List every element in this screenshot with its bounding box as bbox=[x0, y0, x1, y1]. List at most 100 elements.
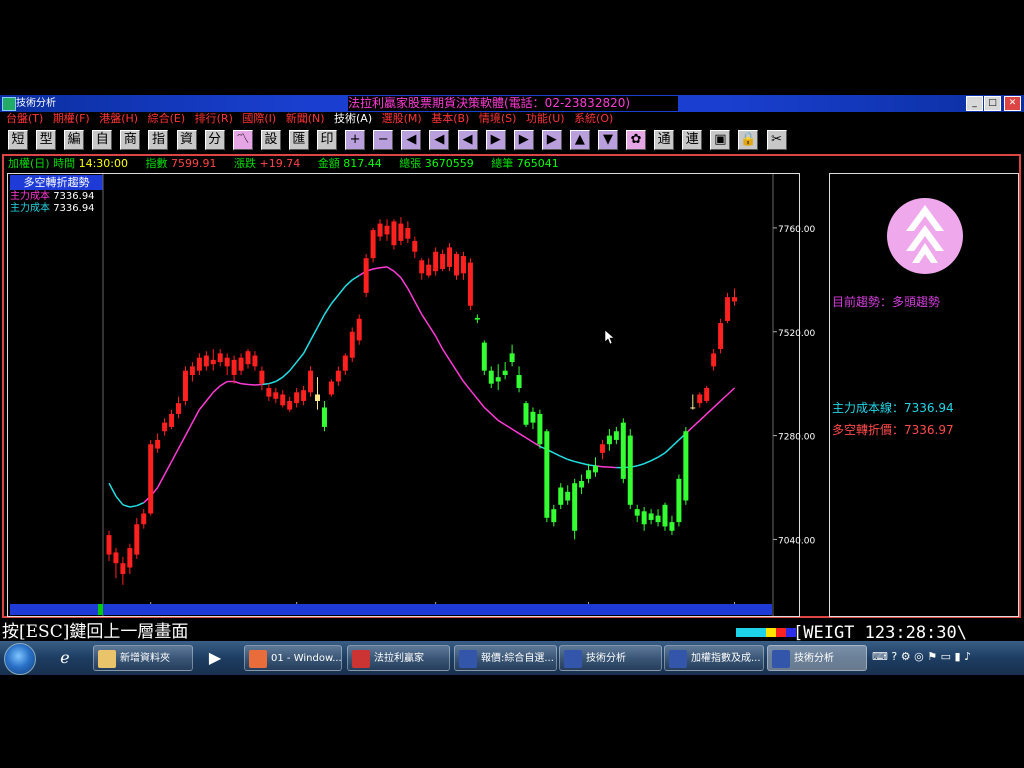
candle-body bbox=[106, 535, 112, 555]
cost-line-segment bbox=[643, 459, 652, 465]
candle bbox=[120, 556, 126, 585]
settings-icon[interactable]: ⚙ bbox=[901, 650, 911, 663]
cost-line-segment bbox=[184, 422, 194, 436]
candle-body bbox=[502, 370, 508, 376]
candle bbox=[398, 217, 404, 246]
media-player-icon[interactable]: ▶ bbox=[202, 645, 228, 671]
cost-line-segment bbox=[692, 419, 701, 428]
cost-line-segment bbox=[490, 413, 499, 421]
cost-line-segment bbox=[476, 398, 485, 408]
candle bbox=[718, 318, 724, 354]
candle bbox=[210, 349, 216, 371]
candle-body bbox=[370, 230, 376, 259]
esc-hint: 按[ESC]鍵回上一層畫面 bbox=[2, 622, 189, 642]
candle bbox=[287, 396, 293, 412]
cost-line-segment bbox=[351, 274, 360, 281]
candle-body bbox=[495, 377, 501, 382]
candle bbox=[627, 429, 633, 510]
scroll-bar[interactable] bbox=[10, 604, 772, 615]
cost-line-segment bbox=[198, 400, 207, 411]
candle-body bbox=[162, 422, 168, 432]
taskbar-item[interactable]: 新增資料夾 bbox=[93, 645, 193, 671]
candle-body bbox=[301, 390, 307, 401]
candle-body bbox=[704, 388, 710, 401]
candle bbox=[620, 418, 626, 484]
keyboard-icon[interactable]: ⌨ bbox=[872, 650, 888, 663]
candle bbox=[495, 364, 501, 391]
taskbar-item-active[interactable]: 技術分析 bbox=[767, 645, 867, 671]
help-icon[interactable]: ? bbox=[891, 650, 897, 663]
candle bbox=[426, 258, 432, 278]
candle-body bbox=[488, 370, 494, 384]
network-icon[interactable]: ▮ bbox=[955, 650, 961, 663]
taskbar-item[interactable]: 報價:綜合自選... bbox=[454, 645, 557, 671]
candle-body bbox=[676, 478, 682, 523]
cost-line-segment bbox=[560, 455, 568, 461]
display-icon[interactable]: ▭ bbox=[941, 650, 951, 663]
cost-line-segment bbox=[650, 456, 659, 462]
candle bbox=[572, 478, 578, 540]
candle-body bbox=[516, 375, 522, 388]
cost-line-segment bbox=[469, 389, 478, 400]
candle bbox=[634, 504, 640, 523]
flag-icon[interactable]: ⚑ bbox=[927, 650, 937, 663]
cost-line-segment bbox=[129, 504, 137, 508]
candle bbox=[599, 439, 605, 460]
cost-line-text: 主力成本線：7336.94 bbox=[832, 401, 954, 415]
candle bbox=[447, 243, 453, 272]
candle bbox=[509, 344, 515, 367]
candle-body bbox=[537, 413, 543, 445]
cost-line-segment bbox=[163, 461, 173, 475]
candle-body bbox=[433, 251, 439, 272]
cost-line-segment bbox=[504, 424, 513, 430]
chart-app-icon bbox=[459, 650, 477, 668]
candle-body bbox=[474, 317, 480, 320]
cost-line-segment bbox=[309, 327, 319, 341]
start-button[interactable] bbox=[4, 643, 36, 675]
cost-line-segment bbox=[344, 279, 353, 287]
candle bbox=[308, 366, 314, 397]
cost-line-segment bbox=[330, 294, 339, 305]
cost-line-segment bbox=[497, 419, 506, 426]
candle-body bbox=[335, 370, 341, 382]
taskbar-item[interactable]: 技術分析 bbox=[559, 645, 662, 671]
candle-body bbox=[315, 394, 320, 401]
candle bbox=[662, 502, 668, 531]
color-bar bbox=[746, 628, 756, 637]
candle-body bbox=[155, 439, 161, 449]
cost-line-segment bbox=[636, 462, 645, 467]
app-tray-icon[interactable]: ◎ bbox=[914, 650, 924, 663]
candle bbox=[141, 509, 147, 529]
cost-line-segment bbox=[372, 266, 381, 270]
candle-body bbox=[134, 524, 140, 555]
candle bbox=[384, 219, 390, 241]
cost-line-segment bbox=[414, 301, 423, 315]
candle bbox=[502, 362, 508, 380]
taskbar-item[interactable]: 加權指數及成... bbox=[664, 645, 764, 671]
internet-explorer-icon[interactable]: ℯ bbox=[52, 645, 78, 671]
candle bbox=[419, 258, 425, 280]
cost-line-segment bbox=[699, 413, 708, 421]
candle bbox=[328, 379, 334, 397]
candle-body bbox=[683, 431, 689, 501]
cost-line-segment bbox=[205, 391, 214, 402]
candle-body bbox=[127, 548, 133, 568]
scroll-thumb[interactable] bbox=[98, 604, 103, 615]
candle bbox=[725, 292, 731, 324]
powerpoint-icon bbox=[249, 650, 267, 668]
taskbar-item[interactable]: 01 - Window... bbox=[244, 645, 342, 671]
candle-body bbox=[308, 370, 314, 393]
candle bbox=[530, 407, 536, 430]
cost-line-segment bbox=[455, 370, 465, 382]
system-tray[interactable]: ⌨ ? ⚙ ◎ ⚑ ▭ ▮ ♪ bbox=[872, 648, 971, 666]
chart-app-icon bbox=[564, 650, 582, 668]
taskbar-item[interactable]: 法拉利贏家 bbox=[347, 645, 450, 671]
candle bbox=[349, 327, 355, 363]
candle-body bbox=[377, 223, 383, 237]
candle-body bbox=[586, 470, 592, 479]
candle bbox=[245, 349, 251, 369]
cost-line-segment bbox=[282, 370, 291, 378]
candle-body bbox=[530, 411, 536, 423]
status-color-bars bbox=[736, 628, 796, 637]
volume-icon[interactable]: ♪ bbox=[964, 650, 971, 663]
